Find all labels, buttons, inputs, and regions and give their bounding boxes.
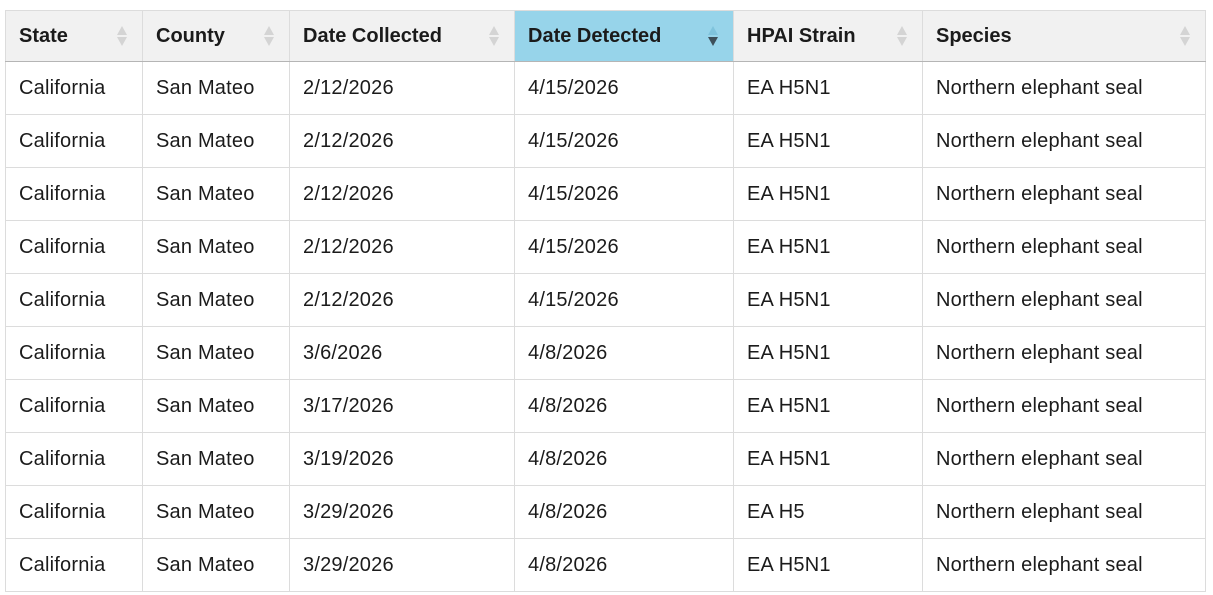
data-table-container: State County Date Collected Date Detecte… xyxy=(5,10,1206,592)
table-row: California San Mateo 3/6/2026 4/8/2026 E… xyxy=(5,326,1206,380)
column-header-state[interactable]: State xyxy=(5,10,143,62)
cell-hpai-strain: EA H5N1 xyxy=(733,61,923,115)
cell-date-collected: 3/17/2026 xyxy=(289,379,515,433)
table-row: California San Mateo 2/12/2026 4/15/2026… xyxy=(5,114,1206,168)
column-header-county[interactable]: County xyxy=(142,10,290,62)
cell-state: California xyxy=(5,273,143,327)
cell-date-collected: 2/12/2026 xyxy=(289,167,515,221)
cell-state: California xyxy=(5,379,143,433)
cell-hpai-strain: EA H5N1 xyxy=(733,538,923,592)
cell-state: California xyxy=(5,432,143,486)
cell-species: Northern elephant seal xyxy=(922,61,1206,115)
column-header-label: State xyxy=(19,24,68,47)
cell-hpai-strain: EA H5N1 xyxy=(733,114,923,168)
cell-species: Northern elephant seal xyxy=(922,114,1206,168)
cell-county: San Mateo xyxy=(142,538,290,592)
table-row: California San Mateo 3/17/2026 4/8/2026 … xyxy=(5,379,1206,433)
sort-both-icon[interactable] xyxy=(263,25,275,47)
sort-descending-icon[interactable] xyxy=(707,25,719,47)
cell-date-collected: 3/6/2026 xyxy=(289,326,515,380)
cell-county: San Mateo xyxy=(142,485,290,539)
cell-date-detected: 4/8/2026 xyxy=(514,538,734,592)
cell-hpai-strain: EA H5N1 xyxy=(733,220,923,274)
cell-hpai-strain: EA H5N1 xyxy=(733,379,923,433)
hpai-detections-table: State County Date Collected Date Detecte… xyxy=(5,10,1206,592)
cell-state: California xyxy=(5,61,143,115)
table-row: California San Mateo 2/12/2026 4/15/2026… xyxy=(5,220,1206,274)
cell-date-detected: 4/15/2026 xyxy=(514,167,734,221)
cell-species: Northern elephant seal xyxy=(922,220,1206,274)
sort-both-icon[interactable] xyxy=(1179,25,1191,47)
cell-county: San Mateo xyxy=(142,273,290,327)
cell-state: California xyxy=(5,114,143,168)
column-header-label: HPAI Strain xyxy=(747,24,856,47)
table-row: California San Mateo 3/29/2026 4/8/2026 … xyxy=(5,538,1206,592)
cell-species: Northern elephant seal xyxy=(922,326,1206,380)
cell-hpai-strain: EA H5N1 xyxy=(733,167,923,221)
cell-state: California xyxy=(5,167,143,221)
cell-species: Northern elephant seal xyxy=(922,432,1206,486)
cell-date-collected: 3/29/2026 xyxy=(289,538,515,592)
sort-both-icon[interactable] xyxy=(488,25,500,47)
sort-both-icon[interactable] xyxy=(116,25,128,47)
table-row: California San Mateo 2/12/2026 4/15/2026… xyxy=(5,61,1206,115)
column-header-label: Date Detected xyxy=(528,24,662,47)
cell-date-collected: 3/19/2026 xyxy=(289,432,515,486)
cell-hpai-strain: EA H5 xyxy=(733,485,923,539)
column-header-hpai-strain[interactable]: HPAI Strain xyxy=(733,10,923,62)
cell-date-detected: 4/15/2026 xyxy=(514,220,734,274)
cell-state: California xyxy=(5,220,143,274)
cell-county: San Mateo xyxy=(142,432,290,486)
column-header-species[interactable]: Species xyxy=(922,10,1206,62)
cell-date-detected: 4/8/2026 xyxy=(514,485,734,539)
cell-county: San Mateo xyxy=(142,167,290,221)
cell-date-collected: 2/12/2026 xyxy=(289,61,515,115)
cell-date-collected: 3/29/2026 xyxy=(289,485,515,539)
cell-species: Northern elephant seal xyxy=(922,379,1206,433)
cell-date-detected: 4/8/2026 xyxy=(514,379,734,433)
column-header-label: Date Collected xyxy=(303,24,442,47)
cell-state: California xyxy=(5,326,143,380)
cell-hpai-strain: EA H5N1 xyxy=(733,432,923,486)
cell-species: Northern elephant seal xyxy=(922,538,1206,592)
cell-date-detected: 4/15/2026 xyxy=(514,273,734,327)
table-header-row: State County Date Collected Date Detecte… xyxy=(5,10,1206,62)
cell-county: San Mateo xyxy=(142,326,290,380)
cell-date-detected: 4/8/2026 xyxy=(514,326,734,380)
cell-species: Northern elephant seal xyxy=(922,485,1206,539)
cell-state: California xyxy=(5,538,143,592)
cell-date-collected: 2/12/2026 xyxy=(289,220,515,274)
table-row: California San Mateo 2/12/2026 4/15/2026… xyxy=(5,273,1206,327)
cell-date-detected: 4/15/2026 xyxy=(514,61,734,115)
cell-species: Northern elephant seal xyxy=(922,167,1206,221)
cell-county: San Mateo xyxy=(142,61,290,115)
column-header-label: County xyxy=(156,24,225,47)
column-header-date-collected[interactable]: Date Collected xyxy=(289,10,515,62)
table-row: California San Mateo 2/12/2026 4/15/2026… xyxy=(5,167,1206,221)
cell-county: San Mateo xyxy=(142,114,290,168)
cell-hpai-strain: EA H5N1 xyxy=(733,273,923,327)
column-header-date-detected[interactable]: Date Detected xyxy=(514,10,734,62)
cell-state: California xyxy=(5,485,143,539)
table-row: California San Mateo 3/29/2026 4/8/2026 … xyxy=(5,485,1206,539)
sort-both-icon[interactable] xyxy=(896,25,908,47)
cell-hpai-strain: EA H5N1 xyxy=(733,326,923,380)
cell-date-detected: 4/15/2026 xyxy=(514,114,734,168)
cell-county: San Mateo xyxy=(142,220,290,274)
cell-date-collected: 2/12/2026 xyxy=(289,114,515,168)
table-row: California San Mateo 3/19/2026 4/8/2026 … xyxy=(5,432,1206,486)
cell-date-collected: 2/12/2026 xyxy=(289,273,515,327)
cell-county: San Mateo xyxy=(142,379,290,433)
column-header-label: Species xyxy=(936,24,1012,47)
cell-species: Northern elephant seal xyxy=(922,273,1206,327)
cell-date-detected: 4/8/2026 xyxy=(514,432,734,486)
